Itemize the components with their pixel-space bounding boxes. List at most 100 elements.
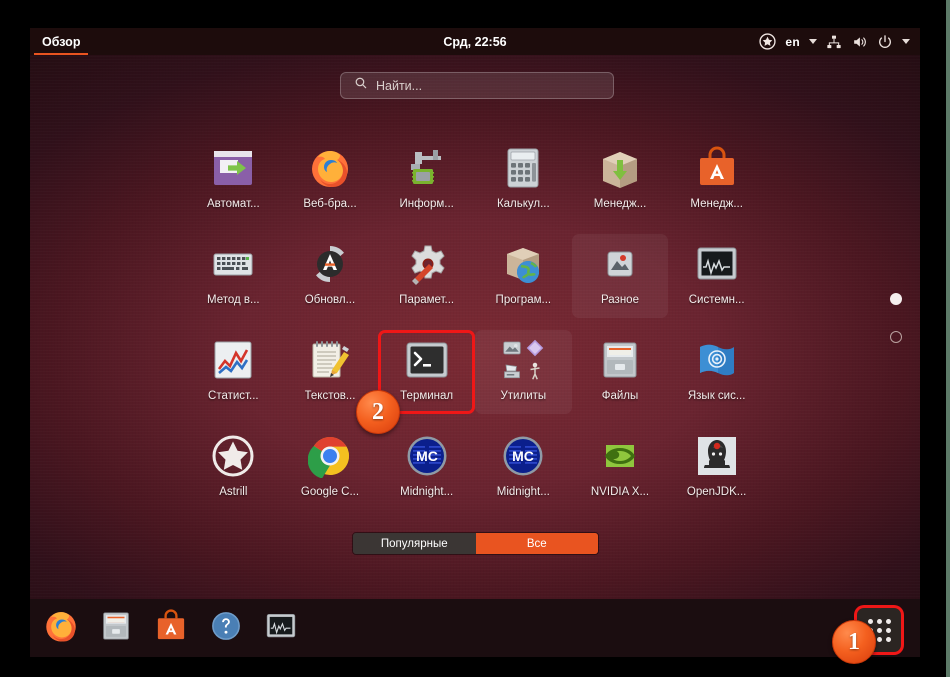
app-item-ubuntu-software[interactable]: Менедж... xyxy=(668,138,765,222)
app-item-nvidia-settings[interactable]: NVIDIA X... xyxy=(572,426,669,510)
app-item-hardware-info[interactable]: Информ... xyxy=(378,138,475,222)
automation-icon xyxy=(210,144,257,191)
power-icon[interactable] xyxy=(877,34,893,50)
software-updater-icon xyxy=(306,240,353,287)
page-dot-2[interactable] xyxy=(890,331,902,343)
midnight-commander-icon: MC xyxy=(403,432,450,479)
gnome-shell-overview: Обзор Срд, 22:56 en Найти... Автомат... … xyxy=(30,28,920,657)
app-label: Информ... xyxy=(399,198,454,210)
app-label: Менедж... xyxy=(593,198,647,210)
step-badge-2: 2 xyxy=(356,390,400,434)
disk-utility-mini-icon xyxy=(502,341,521,355)
ubuntu-software-icon xyxy=(693,144,740,191)
openjdk-duke-icon xyxy=(693,432,740,479)
app-label: Обновл... xyxy=(304,294,356,306)
help-question-icon xyxy=(209,609,243,648)
app-label: Язык сис... xyxy=(687,390,746,402)
app-label: NVIDIA X... xyxy=(590,486,650,498)
language-indicator-label[interactable]: en xyxy=(785,35,800,49)
svg-text:MC: MC xyxy=(512,448,534,464)
overview-button[interactable]: Обзор xyxy=(30,28,92,55)
app-grid: Автомат... Веб-бра... Информ... Калькул.… xyxy=(185,138,765,510)
calculator-icon xyxy=(500,144,547,191)
overview-label: Обзор xyxy=(42,34,81,49)
dock-items xyxy=(42,599,300,657)
app-label: Astrill xyxy=(219,486,248,498)
settings-gear-icon xyxy=(403,240,450,287)
app-folder-utilities[interactable]: Утилиты xyxy=(474,330,572,414)
app-item-web-browser[interactable]: Веб-бра... xyxy=(282,138,379,222)
app-item-midnight-commander-2[interactable]: MC Midnight... xyxy=(475,426,572,510)
dock-item-firefox[interactable] xyxy=(42,609,80,647)
app-item-calculator[interactable]: Калькул... xyxy=(475,138,572,222)
firefox-icon xyxy=(43,608,79,649)
statistics-icon xyxy=(210,336,257,383)
app-item-openjdk[interactable]: OpenJDK... xyxy=(668,426,765,510)
app-item-input-method[interactable]: Метод в... xyxy=(185,234,282,318)
app-item-package-manager[interactable]: Менедж... xyxy=(572,138,669,222)
search-input[interactable]: Найти... xyxy=(340,72,614,99)
app-item-files[interactable]: Файлы xyxy=(572,330,669,414)
screenshot-frame: Обзор Срд, 22:56 en Найти... Автомат... … xyxy=(0,0,950,677)
nvidia-icon xyxy=(596,432,643,479)
svg-text:MC: MC xyxy=(416,448,438,464)
system-monitor-icon xyxy=(264,610,298,647)
folder-preview-icons xyxy=(501,338,545,382)
volume-icon[interactable] xyxy=(851,34,868,50)
package-download-icon xyxy=(596,144,643,191)
app-label: Метод в... xyxy=(207,294,260,306)
astrill-star-icon xyxy=(210,432,257,479)
dock-item-help[interactable] xyxy=(207,609,245,647)
app-folder-misc[interactable]: Разное xyxy=(571,234,669,318)
package-globe-icon xyxy=(500,240,547,287)
text-editor-icon xyxy=(306,336,353,383)
utilities-folder-icon xyxy=(500,336,547,383)
page-dot-1[interactable] xyxy=(890,293,902,305)
language-support-icon xyxy=(693,336,740,383)
hardware-info-icon xyxy=(403,144,450,191)
dock-item-ubuntu-software[interactable] xyxy=(152,608,190,648)
app-label: Системн... xyxy=(688,294,745,306)
app-item-astrill[interactable]: Astrill xyxy=(185,426,282,510)
app-item-language-support[interactable]: Язык сис... xyxy=(668,330,765,414)
app-item-midnight-commander-1[interactable]: MC Midnight... xyxy=(378,426,475,510)
chevron-down-icon[interactable] xyxy=(809,39,817,44)
app-label: Менедж... xyxy=(690,198,743,210)
view-toggle: Популярные Все xyxy=(352,532,599,555)
app-item-settings[interactable]: Парамет... xyxy=(378,234,475,318)
app-label: Файлы xyxy=(601,390,639,402)
misc-folder-icon xyxy=(596,240,643,287)
tab-all[interactable]: Все xyxy=(475,533,598,554)
top-bar: Обзор Срд, 22:56 en xyxy=(30,28,920,55)
app-label: Парамет... xyxy=(399,294,455,306)
app-label: Автомат... xyxy=(206,198,260,210)
tray-chevron-down-icon[interactable] xyxy=(902,39,910,44)
tab-frequent[interactable]: Популярные xyxy=(353,533,476,554)
app-item-statistics[interactable]: Статист... xyxy=(185,330,282,414)
archive-mini-icon xyxy=(526,339,544,356)
app-item-system-monitor[interactable]: Системн... xyxy=(668,234,765,318)
app-item-automation[interactable]: Автомат... xyxy=(185,138,282,222)
user-mini-icon xyxy=(530,363,540,380)
dock xyxy=(30,599,920,657)
app-label: Midnight... xyxy=(400,486,454,498)
search-placeholder: Найти... xyxy=(376,78,423,93)
app-label: OpenJDK... xyxy=(686,486,747,498)
app-item-software-updater[interactable]: Обновл... xyxy=(282,234,379,318)
ubuntu-software-icon xyxy=(154,608,188,648)
google-chrome-icon xyxy=(306,432,353,479)
clock-label: Срд, 22:56 xyxy=(443,34,507,49)
app-item-google-chrome[interactable]: Google C... xyxy=(282,426,379,510)
app-label: Програм... xyxy=(495,294,552,306)
dock-item-system-monitor[interactable] xyxy=(262,609,300,647)
app-label: Midnight... xyxy=(496,486,550,498)
keyboard-icon xyxy=(210,240,257,287)
search-icon xyxy=(354,76,368,95)
network-icon[interactable] xyxy=(826,34,842,50)
files-icon xyxy=(596,336,643,383)
app-label: Веб-бра... xyxy=(303,198,357,210)
app-item-software-sources[interactable]: Програм... xyxy=(475,234,572,318)
dock-item-files[interactable] xyxy=(97,609,135,647)
app-label: Google C... xyxy=(300,486,360,498)
shield-star-icon[interactable] xyxy=(759,33,777,50)
